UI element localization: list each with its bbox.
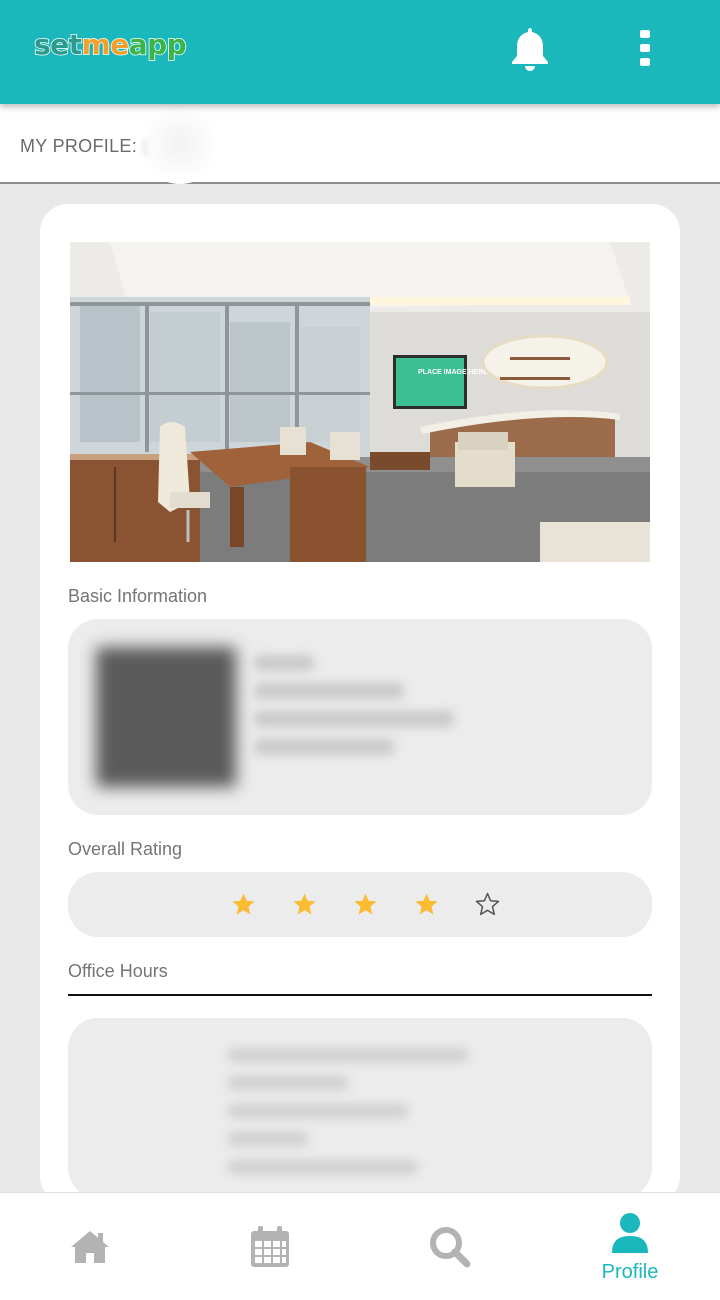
blurred-text-line	[228, 1132, 308, 1146]
office-hours-heading: Office Hours	[68, 961, 168, 981]
avatar	[96, 647, 236, 787]
blurred-text-line	[228, 1160, 418, 1174]
blurred-hours-lines	[228, 1048, 468, 1188]
nav-item-calendar[interactable]	[180, 1193, 360, 1300]
calendar-icon	[251, 1226, 289, 1267]
nav-item-profile[interactable]: Profile	[540, 1193, 720, 1300]
logo-part-app: app	[128, 27, 188, 62]
star-rating	[68, 872, 652, 937]
top-app-bar: setmeapp	[0, 0, 720, 104]
blurred-text-line	[254, 739, 394, 755]
user-icon	[612, 1213, 648, 1253]
blurred-overlay	[140, 104, 220, 184]
star-filled-icon[interactable]	[292, 892, 317, 917]
more-vertical-icon[interactable]	[630, 28, 660, 68]
placeholder-sign: PLACE IMAGE HERE	[418, 369, 488, 376]
star-filled-icon[interactable]	[414, 892, 439, 917]
star-filled-icon[interactable]	[231, 892, 256, 917]
search-icon	[430, 1227, 471, 1268]
office-photo: PLACE IMAGE HERE	[70, 242, 650, 562]
star-empty-icon[interactable]	[475, 892, 500, 917]
blurred-text-line	[228, 1104, 408, 1118]
logo-part-me: me	[81, 27, 130, 62]
blurred-text-line	[254, 711, 454, 727]
office-hours-panel	[68, 1018, 652, 1198]
nav-label-profile: Profile	[601, 1261, 659, 1283]
profile-title: MY PROFILE: (	[20, 136, 149, 157]
nav-item-search[interactable]	[360, 1193, 540, 1300]
basic-information-panel	[68, 619, 652, 815]
overall-rating-heading: Overall Rating	[68, 839, 183, 859]
rating-panel	[68, 872, 652, 937]
blurred-text-line	[254, 655, 314, 671]
profile-card: PLACE IMAGE HERE Basic Information Overa…	[40, 204, 680, 1204]
profile-header: MY PROFILE: (	[0, 104, 720, 184]
star-filled-icon[interactable]	[353, 892, 378, 917]
profile-name: (	[142, 136, 149, 156]
blurred-text-line	[228, 1076, 348, 1090]
logo-part-set: set	[33, 27, 83, 62]
bottom-navigation: Profile	[0, 1192, 720, 1300]
bell-icon[interactable]	[508, 24, 552, 72]
home-icon	[71, 1231, 109, 1263]
basic-information-heading: Basic Information	[68, 586, 208, 606]
divider	[68, 994, 652, 996]
nav-item-home[interactable]	[0, 1193, 180, 1300]
app-logo[interactable]: setmeapp	[33, 27, 188, 72]
blurred-text-line	[254, 683, 404, 699]
blurred-text-line	[228, 1048, 468, 1062]
blurred-info-lines	[254, 655, 454, 767]
profile-label-text: MY PROFILE:	[20, 136, 143, 156]
